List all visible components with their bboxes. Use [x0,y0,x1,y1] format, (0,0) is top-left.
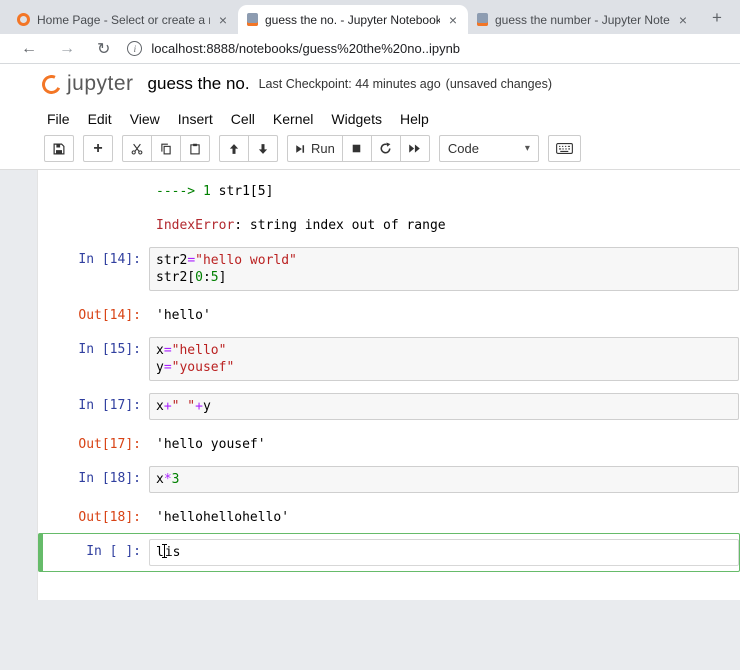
tab-title: Home Page - Select or create a n [37,12,210,27]
browser-tab[interactable]: guess the number - Jupyter Note × [468,5,698,34]
menu-bar: File Edit View Insert Cell Kernel Widgets Help [0,104,740,133]
cell-output: 'hellohellohello' [156,510,290,525]
browser-toolbar: ← → ↻ i localhost:8888/notebooks/guess%2… [0,34,740,64]
menu-item-kernel[interactable]: Kernel [264,107,322,131]
jupyter-home-favicon-icon [17,13,30,26]
copy-cells-button[interactable] [151,135,181,162]
clipboard-paste-icon [189,143,201,155]
notebook-cell[interactable]: ----> 1 str1[5] IndexError: string index… [38,173,740,241]
cut-cells-button[interactable] [122,135,152,162]
browser-window: Home Page - Select or create a n × guess t… [0,0,740,670]
menu-item-view[interactable]: View [121,107,169,131]
step-forward-run-icon [295,143,305,155]
forward-button[interactable]: → [48,40,86,58]
cell-input[interactable]: lis [149,539,739,566]
plus-icon: + [93,139,103,157]
copy-icon [160,143,172,155]
stop-icon [351,143,362,154]
menu-item-insert[interactable]: Insert [169,107,222,131]
keyboard-icon [555,143,573,154]
fast-forward-icon [408,142,421,155]
notebook-cell[interactable]: In [ ]: lis [38,533,740,572]
cell-prompt: In [17]: [78,398,141,413]
tab-strip: Home Page - Select or create a n × guess t… [0,0,740,34]
cell-prompt: In [ ]: [86,544,141,559]
floppy-save-icon [53,143,65,155]
insert-cell-below-button[interactable]: + [83,135,113,162]
notebook-toolbar: + Run Code ▾ [0,133,740,169]
checkpoint-status: Last Checkpoint: 44 minutes ago [258,77,441,91]
cell-prompt: In [15]: [78,342,141,357]
run-button[interactable]: Run [287,135,343,162]
page-info-icon[interactable]: i [127,41,143,56]
cell-prompt: Out[14]: [78,308,141,323]
cell-input[interactable]: str2="hello world" str2[0:5] [149,247,739,291]
cell-input[interactable]: x="hello" y="yousef" [149,337,739,381]
move-cells-up-button[interactable] [219,135,249,162]
restart-kernel-button[interactable] [370,135,401,162]
jupyter-logo[interactable]: jupyter [39,71,134,97]
arrow-down-icon [257,143,269,155]
cell-prompt: In [18]: [78,471,141,486]
tab-close-icon[interactable]: × [677,12,689,28]
jupyter-logo-text: jupyter [67,72,134,95]
tab-close-icon[interactable]: × [447,12,459,28]
reload-button[interactable]: ↻ [86,39,121,59]
menu-item-help[interactable]: Help [391,107,438,131]
address-bar[interactable]: i localhost:8888/notebooks/guess%20the%2… [121,36,730,62]
scissors-cut-icon [131,143,143,155]
text-cursor [161,544,167,558]
menu-item-widgets[interactable]: Widgets [322,107,391,131]
notebook-title[interactable]: guess the no. [148,74,250,94]
run-button-label: Run [311,141,335,156]
cell-prompt: Out[17]: [78,437,141,452]
menu-item-edit[interactable]: Edit [79,107,121,131]
cell-type-select[interactable]: Code ▾ [438,135,539,162]
cell-prompt: In [14]: [78,252,141,267]
menu-item-cell[interactable]: Cell [222,107,264,131]
jupyter-logo-icon [39,71,64,97]
tab-title: guess the number - Jupyter Note [495,12,670,27]
notebook: ----> 1 str1[5] IndexError: string index… [37,170,740,600]
menu-item-file[interactable]: File [38,107,79,131]
cell-input[interactable]: x+" "+y [149,393,739,420]
cell-type-value: Code [447,141,479,156]
paste-cells-button[interactable] [180,135,210,162]
jupyter-page: jupyter guess the no. Last Checkpoint: 4… [0,64,740,670]
cell-output: ----> 1 str1[5] IndexError: string index… [156,184,446,233]
notebook-cell[interactable]: In [18]: x*3 [38,460,740,499]
notebook-cell[interactable]: Out[18]: 'hellohellohello' [38,499,740,533]
cell-prompt: Out[18]: [78,510,141,525]
cell-input[interactable]: x*3 [149,466,739,493]
unsaved-changes-badge: (unsaved changes) [445,77,552,91]
jupyter-notebook-favicon-icon [477,13,488,26]
notebook-cell[interactable]: In [17]: x+" "+y [38,387,740,426]
move-cells-down-button[interactable] [248,135,278,162]
browser-tab[interactable]: Home Page - Select or create a n × [8,5,238,34]
save-button[interactable] [44,135,74,162]
notebook-scroll-area[interactable]: ----> 1 str1[5] IndexError: string index… [0,169,740,670]
notebook-header: jupyter guess the no. Last Checkpoint: 4… [0,64,740,104]
restart-run-all-button[interactable] [399,135,430,162]
notebook-cell[interactable]: Out[17]: 'hello yousef' [38,426,740,460]
notebook-cell[interactable]: Out[14]: 'hello' [38,297,740,331]
arrow-up-icon [228,143,240,155]
restart-refresh-icon [379,142,392,155]
command-palette-button[interactable] [547,135,581,162]
interrupt-kernel-button[interactable] [341,135,372,162]
chevron-down-icon: ▾ [524,143,530,154]
notebook-cell[interactable]: In [14]: str2="hello world" str2[0:5] [38,241,740,297]
cell-prompt [43,179,149,235]
new-tab-button[interactable]: + [704,5,730,31]
tab-close-icon[interactable]: × [217,12,229,28]
url-text: localhost:8888/notebooks/guess%20the%20n… [151,41,461,56]
tab-title: guess the no. - Jupyter Notebook [265,12,440,27]
cell-output: 'hello' [156,308,211,323]
jupyter-notebook-favicon-icon [247,13,258,26]
browser-tab[interactable]: guess the no. - Jupyter Notebook × [238,5,468,34]
cell-output: 'hello yousef' [156,437,266,452]
back-button[interactable]: ← [10,40,48,58]
notebook-cell[interactable]: In [15]: x="hello" y="yousef" [38,331,740,387]
